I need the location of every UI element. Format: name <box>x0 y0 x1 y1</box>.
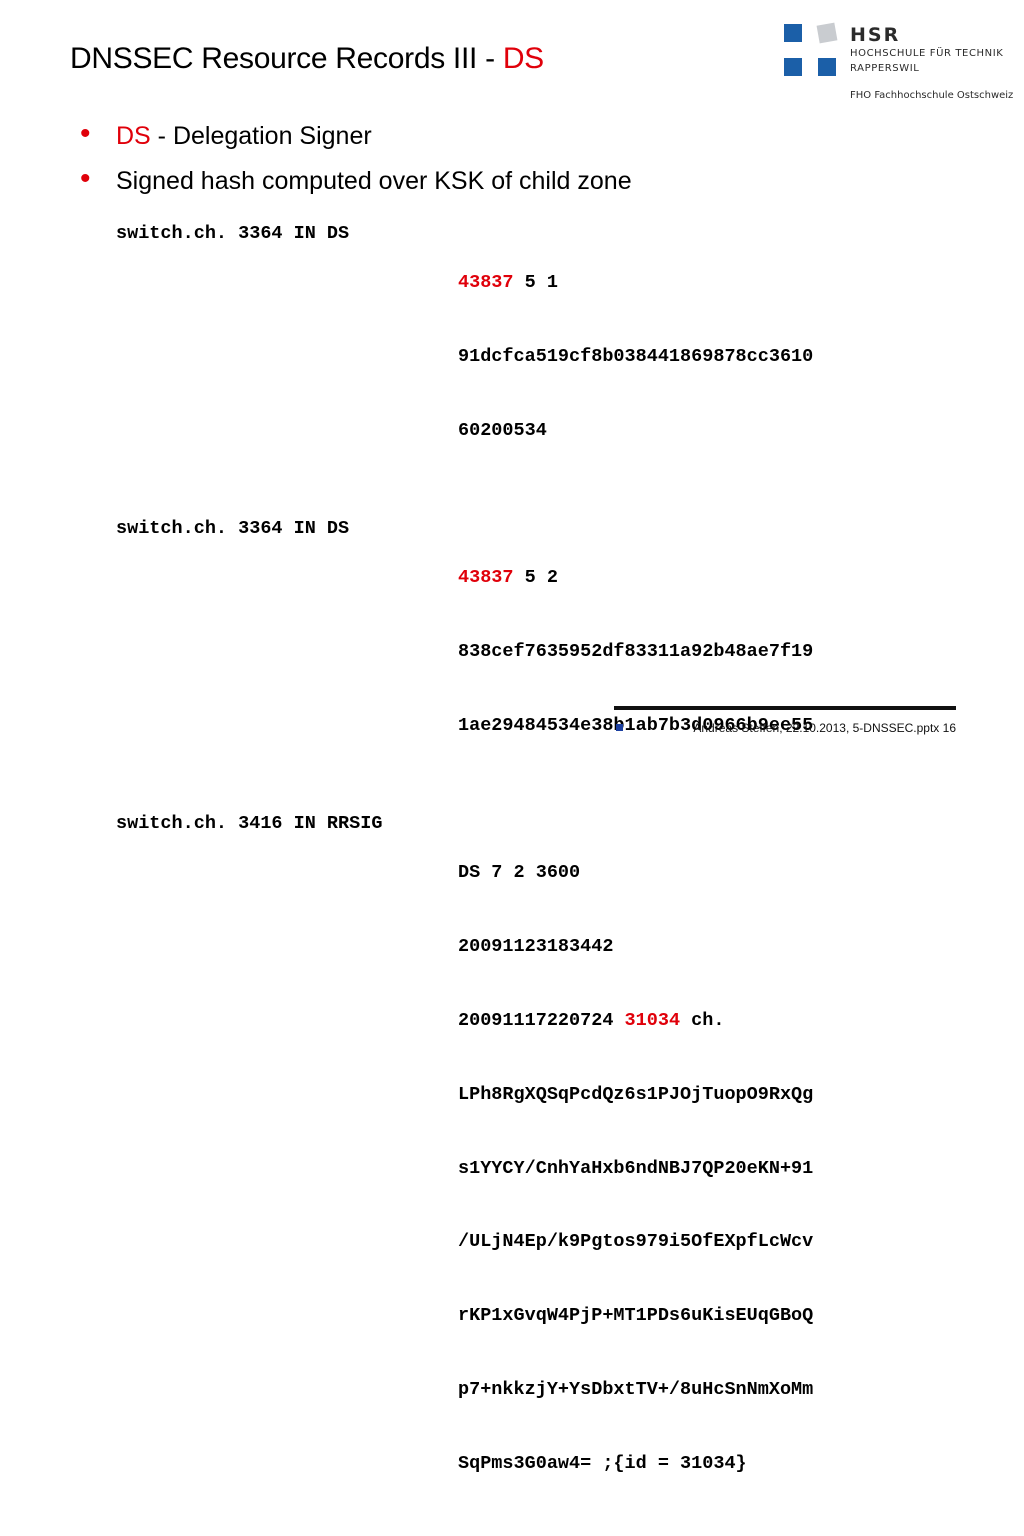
record-params: 5 2 <box>513 567 558 589</box>
slide-title-accent: DS <box>502 42 544 75</box>
bullet-dot-icon: • <box>80 162 91 195</box>
signature-line: SqPms3G0aw4= ;{id = 31034} <box>458 1452 747 1474</box>
record-rdata: DS 7 2 3600 20091123183442 2009111722072… <box>458 812 813 1525</box>
digest-line: 60200534 <box>458 419 547 441</box>
logo-line1: HOCHSCHULE FÜR TECHNIK <box>850 48 1004 59</box>
footer-square-icon <box>616 724 623 731</box>
bullet-item: • DS - Delegation Signer <box>80 114 632 159</box>
key-tag: 43837 <box>458 567 514 589</box>
footer-divider <box>614 706 956 710</box>
record-owner: switch.ch. 3416 IN RRSIG <box>116 813 383 835</box>
rrsig-header: DS 7 2 3600 <box>458 862 581 884</box>
logo-square-icon <box>818 58 836 76</box>
slide-title-main: DNSSEC Resource Records III - <box>70 42 503 75</box>
hsr-logo: HSR HOCHSCHULE FÜR TECHNIK RAPPERSWIL FH… <box>784 22 1016 104</box>
signature-line: LPh8RgXQSqPcdQz6s1PJOjTuopO9RxQg <box>458 1083 814 1105</box>
bullet-list: • DS - Delegation Signer • Signed hash c… <box>80 114 632 204</box>
record-params: 5 1 <box>513 272 558 294</box>
signature-line: p7+nkkzjY+YsDbxtTV+/8uHcSnNmXoMm <box>458 1378 814 1400</box>
dns-records-block: switch.ch. 3364 IN DS 43837 5 1 91dcfca5… <box>116 222 813 1536</box>
signature-line: rKP1xGvqW4PjP+MT1PDs6uKisEUqGBoQ <box>458 1305 814 1327</box>
digest-line: 838cef7635952df83311a92b48ae7f19 <box>458 641 814 663</box>
footer-text: Andreas Steffen, 22.10.2013, 5-DNSSEC.pp… <box>693 721 956 735</box>
bullet-dot-icon: • <box>80 117 91 150</box>
sig-inception: 20091117220724 <box>458 1010 625 1031</box>
sig-expiration: 20091123183442 <box>458 936 614 958</box>
digest-line: 91dcfca519cf8b038441869878cc3610 <box>458 345 814 367</box>
record-rdata: 43837 5 1 91dcfca519cf8b038441869878cc36… <box>458 222 813 493</box>
signature-line: s1YYCY/CnhYaHxb6ndNBJ7QP20eKN+91 <box>458 1157 814 1179</box>
bullet-accent: DS <box>116 122 151 150</box>
bullet-item: • Signed hash computed over KSK of child… <box>80 159 632 204</box>
key-tag: 43837 <box>458 272 514 294</box>
record-owner: switch.ch. 3364 IN DS <box>116 223 350 244</box>
sig-key-tag: 31034 <box>624 1010 681 1031</box>
logo-wordmark: HSR HOCHSCHULE FÜR TECHNIK RAPPERSWIL <box>850 24 1003 76</box>
logo-line2: RAPPERSWIL <box>850 63 920 74</box>
logo-tagline: FHO Fachhochschule Ostschweiz <box>850 90 1014 101</box>
slide-title: DNSSEC Resource Records III - DS <box>70 42 544 76</box>
bullet-text: Signed hash computed over KSK of child z… <box>116 167 632 195</box>
bullet-text: - Delegation Signer <box>150 122 372 150</box>
logo-square-icon <box>784 24 802 42</box>
sig-signer: ch. <box>680 1010 725 1031</box>
logo-square-icon <box>784 58 802 76</box>
rrsig-record: switch.ch. 3416 IN RRSIG DS 7 2 3600 200… <box>116 812 813 1525</box>
logo-name: HSR <box>850 24 901 46</box>
record-owner: switch.ch. 3364 IN DS <box>116 518 350 540</box>
signature-line: /ULjN4Ep/k9Pgtos979i5OfEXpfLcWcv <box>458 1231 814 1253</box>
ds-record: switch.ch. 3364 IN DS 43837 5 1 91dcfca5… <box>116 222 813 493</box>
logo-square-icon <box>816 22 838 44</box>
record-rdata: 43837 5 2 838cef7635952df83311a92b48ae7f… <box>458 517 813 788</box>
ds-record: switch.ch. 3364 IN DS 43837 5 2 838cef76… <box>116 517 813 788</box>
